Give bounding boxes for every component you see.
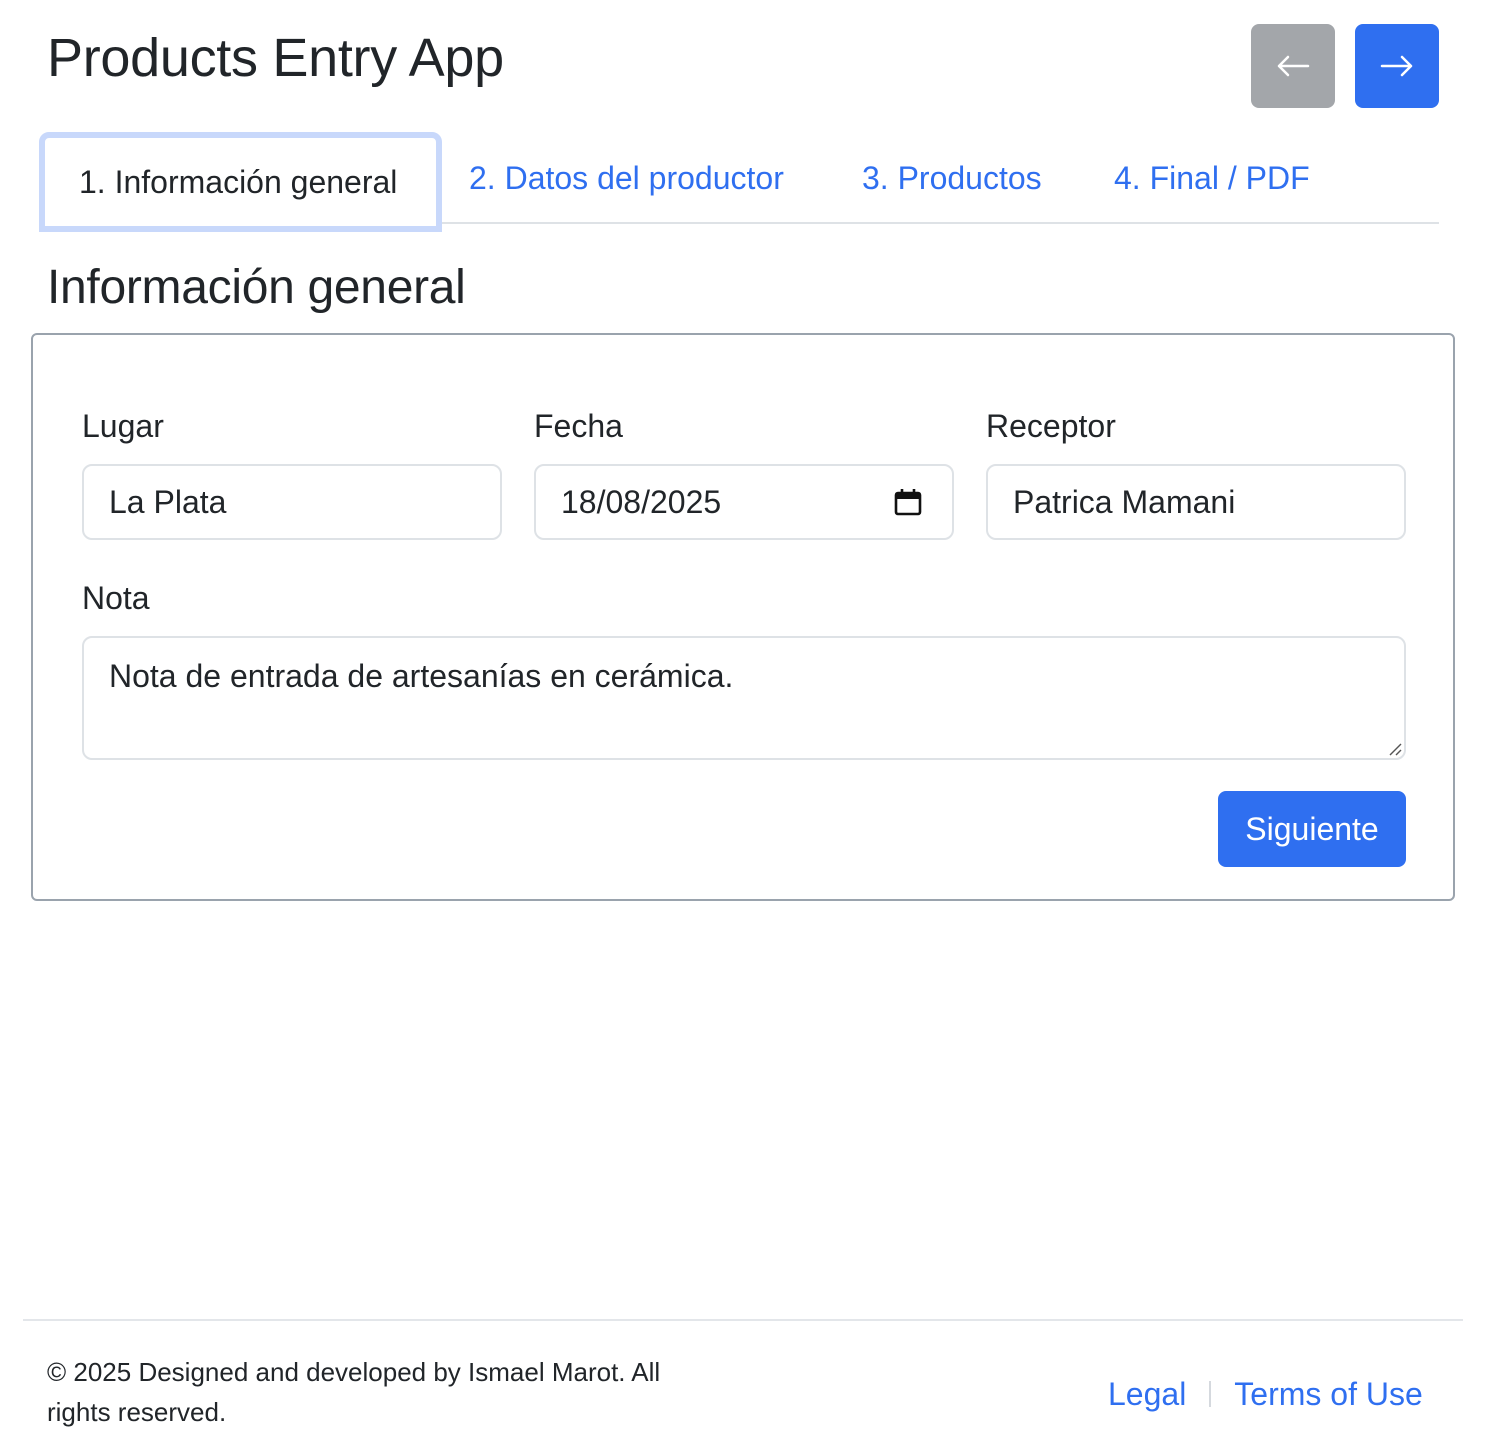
app-title: Products Entry App bbox=[47, 28, 504, 88]
arrow-right-icon bbox=[1380, 55, 1413, 77]
receptor-label: Receptor bbox=[986, 408, 1116, 444]
tab-productos[interactable]: 3. Productos bbox=[862, 132, 1042, 224]
footer-divider bbox=[23, 1319, 1463, 1321]
terms-of-use-link[interactable]: Terms of Use bbox=[1234, 1376, 1422, 1413]
arrow-left-icon bbox=[1277, 55, 1310, 77]
calendar-icon[interactable] bbox=[894, 488, 922, 516]
next-step-button[interactable] bbox=[1355, 24, 1439, 108]
footer-copyright: © 2025 Designed and developed by Ismael … bbox=[47, 1357, 661, 1427]
fecha-input[interactable]: 18/08/2025 bbox=[534, 464, 954, 540]
receptor-input[interactable]: Patrica Mamani bbox=[986, 464, 1406, 540]
fecha-value: 18/08/2025 bbox=[561, 484, 722, 520]
tab-final-pdf[interactable]: 4. Final / PDF bbox=[1114, 132, 1310, 224]
lugar-label: Lugar bbox=[82, 408, 164, 444]
lugar-input[interactable]: La Plata bbox=[82, 464, 502, 540]
step-tabs: 1. Información general 2. Datos del prod… bbox=[39, 132, 1439, 232]
tab-datos-del-productor[interactable]: 2. Datos del productor bbox=[469, 132, 784, 224]
general-info-form: Lugar La Plata Fecha 18/08/2025 Receptor… bbox=[31, 333, 1455, 901]
fecha-label: Fecha bbox=[534, 408, 623, 444]
footer-link-separator bbox=[1209, 1381, 1212, 1407]
legal-link[interactable]: Legal bbox=[1108, 1376, 1186, 1413]
section-title: Información general bbox=[47, 261, 466, 314]
nota-label: Nota bbox=[82, 580, 150, 616]
nota-textarea[interactable]: Nota de entrada de artesanías en cerámic… bbox=[82, 636, 1406, 760]
footer-links: Legal Terms of Use bbox=[1108, 1372, 1423, 1416]
tab-informacion-general[interactable]: 1. Información general bbox=[39, 132, 442, 232]
resize-grip-icon[interactable] bbox=[1386, 740, 1402, 756]
siguiente-button[interactable]: Siguiente bbox=[1218, 791, 1406, 867]
nota-value: Nota de entrada de artesanías en cerámic… bbox=[109, 658, 734, 694]
previous-step-button[interactable] bbox=[1251, 24, 1335, 108]
